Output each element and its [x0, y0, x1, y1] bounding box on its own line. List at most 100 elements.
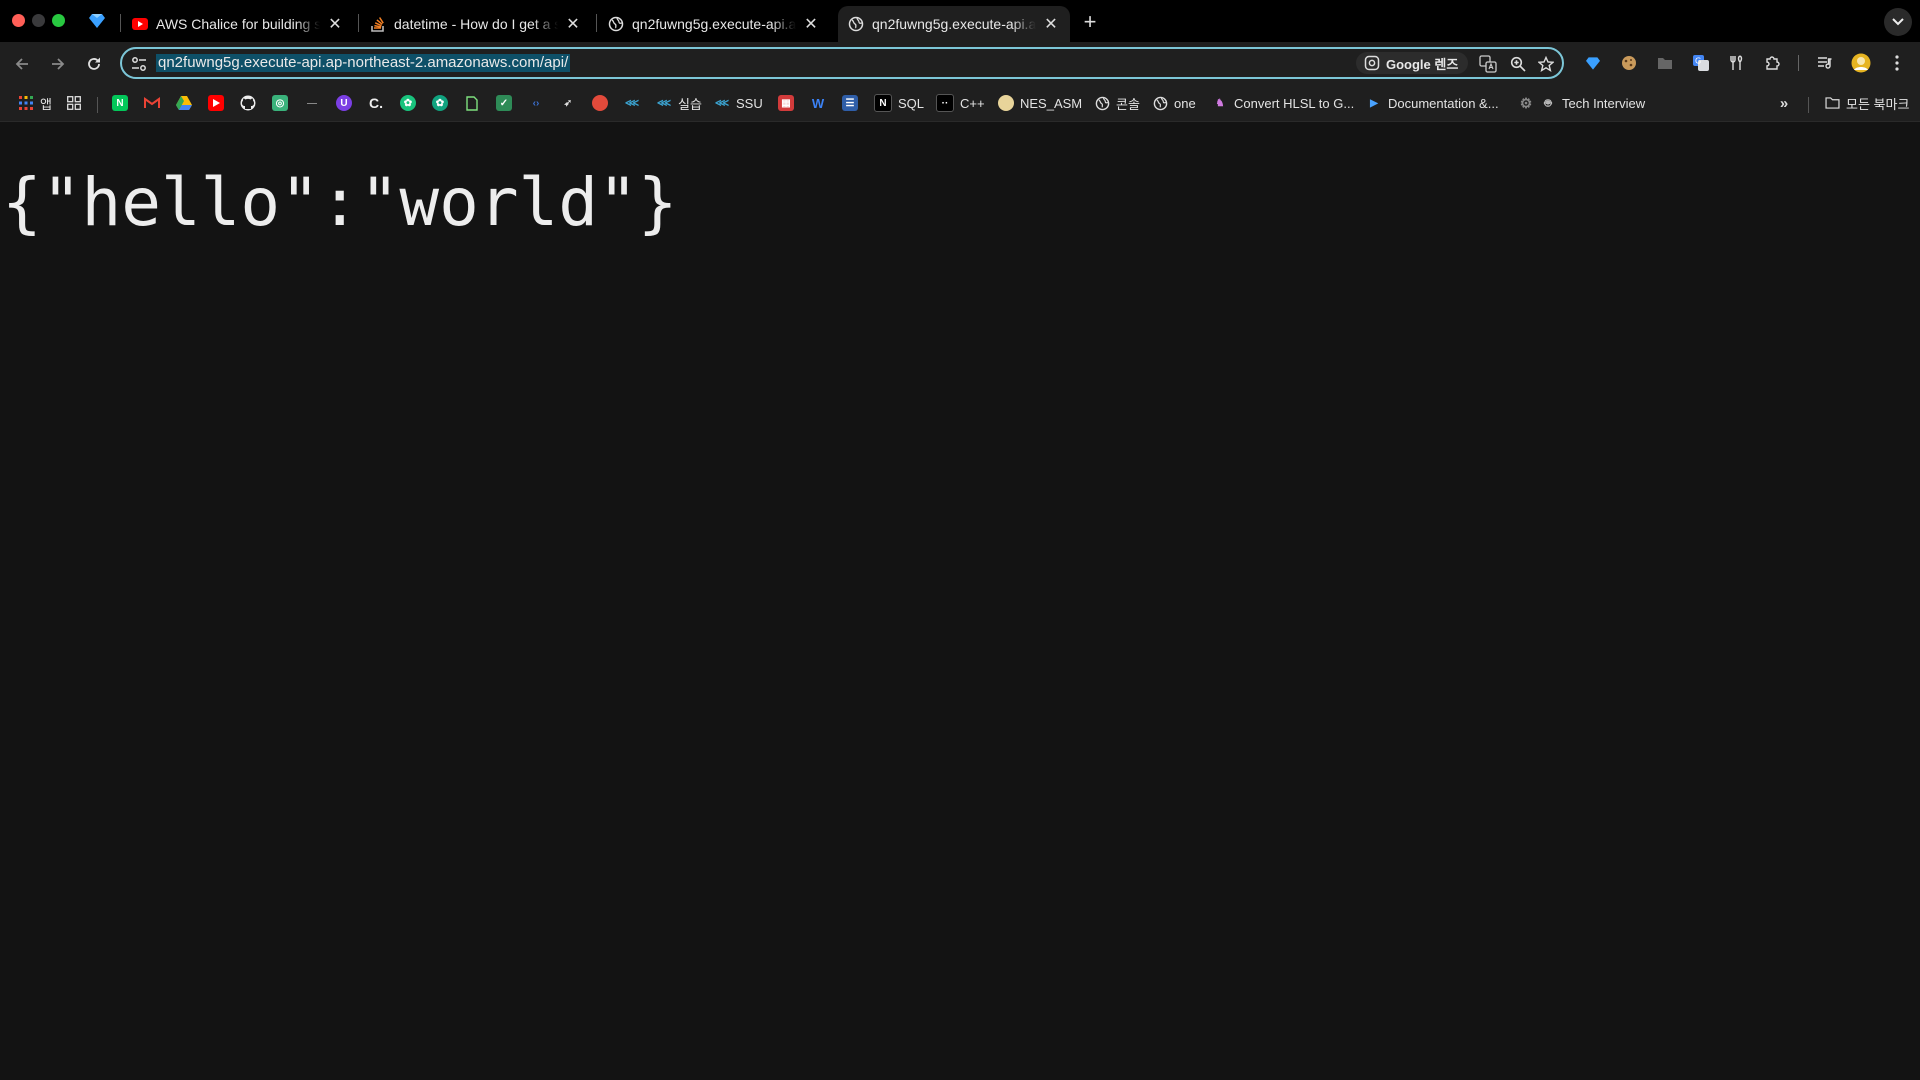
bookmark-one[interactable]: one	[1152, 93, 1196, 113]
translate-icon	[1479, 55, 1497, 73]
w-letter-icon: W	[811, 95, 825, 111]
youtube-icon	[208, 95, 224, 111]
bookmark-youtube[interactable]	[208, 93, 224, 113]
terminal-icon: ··	[936, 94, 954, 112]
window-zoom-button[interactable]	[52, 14, 65, 27]
tab-2[interactable]: datetime - How do I get a string from a …	[360, 6, 592, 42]
tab-3[interactable]: qn2fuwng5g.execute-api.ap-northeast-2.am…	[598, 6, 830, 42]
close-icon[interactable]: ✕	[326, 15, 344, 33]
bookmark-label: SSU	[736, 95, 763, 111]
google-lens-button[interactable]: Google 렌즈	[1356, 52, 1469, 74]
address-bar[interactable]: qn2fuwng5g.execute-api.ap-northeast-2.am…	[120, 47, 1564, 79]
puzzle-icon	[1766, 56, 1780, 70]
plus-icon: +	[1083, 9, 1097, 34]
bookmark-console[interactable]: 콘솔	[1094, 93, 1140, 113]
naver-icon: N	[112, 95, 128, 111]
bookmark-label: C++	[960, 95, 985, 111]
bookmark-drive[interactable]	[176, 93, 192, 113]
bookmark-practice[interactable]: ⋘ 실습	[656, 93, 702, 113]
bookmark-ssu[interactable]: ⋘ SSU	[714, 93, 763, 113]
close-icon[interactable]: ✕	[802, 15, 820, 33]
extension-cookie[interactable]	[1618, 52, 1640, 74]
bookmark-tab-groups[interactable]	[66, 93, 82, 113]
grid-icon	[66, 95, 82, 111]
chatgpt-icon: ✿	[432, 95, 448, 111]
site-settings-icon[interactable]	[130, 55, 148, 73]
window-minimize-button[interactable]	[32, 14, 45, 27]
double-chevron-right-icon: »	[1779, 94, 1789, 112]
bookmark-convert-hlsl[interactable]: ♞ Convert HLSL to G...	[1212, 93, 1355, 113]
extensions-button[interactable]	[1762, 52, 1784, 74]
zoom-button[interactable]	[1508, 54, 1528, 74]
arrow-left-icon	[15, 58, 28, 70]
dash-icon: —	[307, 97, 317, 109]
close-icon[interactable]: ✕	[564, 15, 582, 33]
more-bookmarks-button[interactable]: »	[1776, 93, 1792, 113]
all-bookmarks-folder[interactable]: 모든 북마크	[1824, 93, 1909, 113]
bookmark-label: Convert HLSL to G...	[1234, 95, 1355, 111]
window-close-button[interactable]	[12, 14, 25, 27]
bookmark-w[interactable]: W	[810, 93, 826, 113]
translate-button[interactable]	[1478, 54, 1498, 74]
tab-strip: AWS Chalice for building serverless appl…	[0, 0, 1920, 42]
bookmark-naver[interactable]: N	[112, 93, 128, 113]
list-icon: ☰	[842, 95, 858, 111]
reload-button[interactable]	[80, 50, 108, 78]
profile-avatar[interactable]	[1850, 52, 1872, 74]
bookmark-cpp[interactable]: ·· C++	[936, 93, 985, 113]
bookmark-github[interactable]	[240, 93, 256, 113]
bookmark-purple-app[interactable]: U	[336, 93, 352, 113]
new-tab-button[interactable]: +	[1077, 9, 1103, 34]
bookmark-chatgpt-1[interactable]: ✿	[400, 93, 416, 113]
tab-1[interactable]: AWS Chalice for building serverless appl…	[122, 6, 354, 42]
bookmark-check[interactable]: ✓	[496, 93, 512, 113]
chevron-down-icon	[1892, 18, 1904, 26]
tab-search-button[interactable]	[1884, 8, 1912, 36]
cookie-icon	[1622, 56, 1636, 70]
bookmark-apple[interactable]	[592, 93, 608, 113]
bookmark-star-button[interactable]	[1536, 54, 1556, 74]
bookmark-documentation[interactable]: ▶ Documentation &...	[1366, 93, 1498, 113]
extension-tools[interactable]	[1726, 52, 1748, 74]
wave-icon: ⋘	[714, 97, 730, 109]
url-text[interactable]: qn2fuwng5g.execute-api.ap-northeast-2.am…	[156, 54, 571, 72]
extension-translate[interactable]: G	[1690, 52, 1712, 74]
bookmark-list[interactable]: ☰	[842, 93, 858, 113]
bookmark-sql[interactable]: N SQL	[874, 93, 924, 113]
close-icon[interactable]: ✕	[1042, 15, 1060, 33]
arrow-right-icon	[52, 58, 65, 70]
checkmark-icon: ✓	[496, 95, 512, 111]
bookmark-apps[interactable]: 앱	[18, 93, 52, 113]
forward-button[interactable]	[44, 50, 72, 78]
bookmark-code[interactable]: ‹›	[528, 93, 544, 113]
bookmark-chatgpt-2[interactable]: ✿	[432, 93, 448, 113]
github-icon	[240, 95, 256, 111]
bookmark-c-app[interactable]: C.	[368, 93, 384, 113]
gem-icon	[89, 14, 105, 28]
tab-title: qn2fuwng5g.execute-api.ap-northeast-2.am…	[872, 16, 1036, 32]
toolbar-separator	[1798, 55, 1799, 71]
reading-list-button[interactable]	[1814, 52, 1836, 74]
back-button[interactable]	[8, 50, 36, 78]
extension-folder[interactable]	[1654, 52, 1676, 74]
bookmark-wave[interactable]: ⋘	[624, 93, 640, 113]
bookmark-bird[interactable]: ➶	[560, 93, 576, 113]
tab-separator	[120, 14, 121, 32]
extension-gem[interactable]	[1582, 52, 1604, 74]
bookmark-gear[interactable]: ⚙	[1518, 93, 1534, 113]
bookmark-green-app[interactable]: ◎	[272, 93, 288, 113]
bookmark-doc[interactable]	[464, 93, 480, 113]
star-icon	[1538, 56, 1554, 72]
menu-button[interactable]	[1886, 52, 1908, 74]
bookmark-dash[interactable]: —	[304, 93, 320, 113]
tab-4-active[interactable]: qn2fuwng5g.execute-api.ap-northeast-2.am…	[838, 6, 1070, 42]
pinned-tab[interactable]	[86, 10, 108, 32]
tools-icon	[1730, 55, 1743, 70]
bookmark-label: NES_ASM	[1020, 95, 1083, 111]
tab-title: qn2fuwng5g.execute-api.ap-northeast-2.am…	[632, 16, 796, 32]
bookmark-gmail[interactable]	[144, 93, 160, 113]
bookmark-red-grid[interactable]: ▦	[778, 93, 794, 113]
folder-icon	[1658, 58, 1672, 69]
bookmark-nes-asm[interactable]: NES_ASM	[998, 93, 1082, 113]
bookmark-tech-interview[interactable]: 🤖︎ Tech Interview	[1540, 93, 1645, 113]
